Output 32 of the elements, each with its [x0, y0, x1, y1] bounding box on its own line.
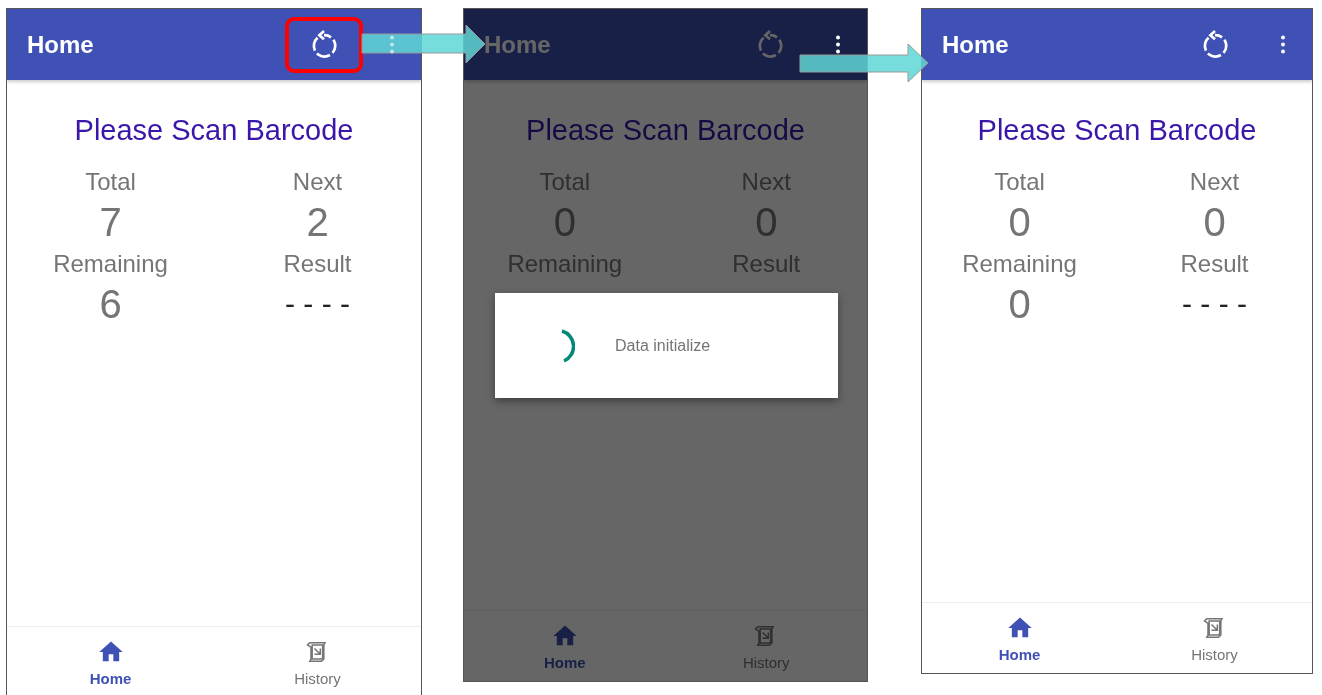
- stat-label: Result: [1180, 249, 1249, 279]
- scan-prompt: Please Scan Barcode: [526, 114, 805, 147]
- stat-label: Next: [1189, 167, 1240, 197]
- stat-value: - - - -: [1182, 286, 1247, 322]
- nav-tab[interactable]: Home: [922, 603, 1117, 673]
- stat-label: Total: [85, 167, 136, 197]
- stat-value: 2: [306, 199, 329, 246]
- stat-label: Next: [292, 167, 343, 197]
- nav-tab[interactable]: Home: [7, 627, 214, 695]
- stat-value: 0: [1203, 199, 1226, 246]
- nav-tab[interactable]: Home: [464, 611, 666, 681]
- more-icon: [389, 34, 395, 55]
- stat-label: Remaining: [962, 249, 1077, 279]
- nav-tab[interactable]: History: [214, 627, 421, 695]
- scan-prompt: Please Scan Barcode: [977, 114, 1257, 147]
- dialog-message: Data initialize: [615, 336, 711, 355]
- screen-title: Home: [942, 30, 1010, 59]
- stat-value: 6: [99, 281, 122, 328]
- stat-label: Remaining: [53, 249, 168, 279]
- stat-value: - - - -: [285, 286, 350, 322]
- stat-label: Total: [994, 167, 1045, 197]
- nav-tab[interactable]: History: [1117, 603, 1312, 673]
- scan-prompt: Please Scan Barcode: [74, 114, 354, 147]
- spinner-icon: [559, 327, 575, 364]
- screen-title: Home: [27, 30, 95, 59]
- stat-label: Result: [283, 249, 352, 279]
- more-icon: [835, 34, 841, 55]
- stat-value: 0: [1008, 281, 1031, 328]
- stat-value: 7: [99, 199, 122, 246]
- more-icon: [1280, 34, 1286, 55]
- stat-value: 0: [1008, 199, 1031, 246]
- screen-title: Home: [484, 30, 552, 59]
